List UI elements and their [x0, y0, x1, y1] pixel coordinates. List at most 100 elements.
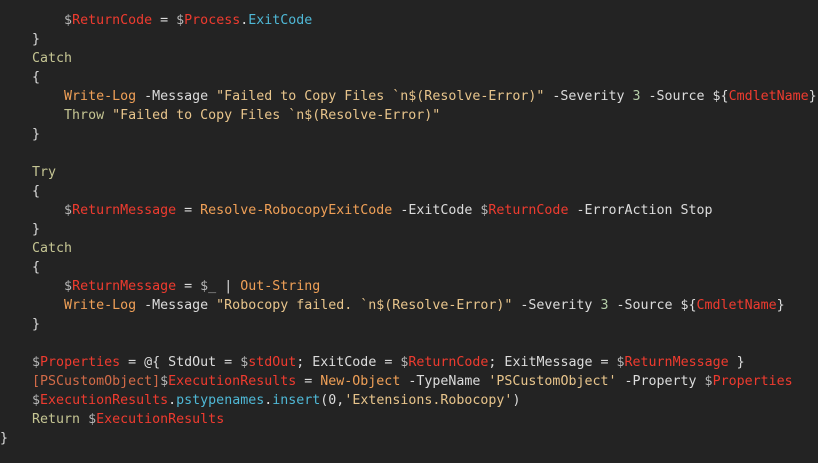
code-line[interactable]: [0, 144, 818, 163]
code-token-param: -Message: [136, 89, 217, 104]
code-token-sigil: $_: [200, 279, 217, 294]
code-line[interactable]: }: [0, 429, 818, 448]
code-line[interactable]: }: [0, 30, 818, 49]
code-line[interactable]: {: [0, 182, 818, 201]
code-line[interactable]: $ReturnMessage = $_ | Out-String: [0, 277, 818, 296]
code-token-sigil: $: [32, 393, 41, 408]
code-token-sigil: $: [160, 374, 169, 389]
code-token-op: =: [176, 203, 201, 218]
code-line[interactable]: Catch: [0, 239, 818, 258]
code-line[interactable]: Write-Log -Message "Robocopy failed. `n$…: [0, 296, 818, 315]
code-token-op: = @{ StdOut =: [120, 355, 241, 370]
code-line[interactable]: $ReturnMessage = Resolve-RobocopyExitCod…: [0, 201, 818, 220]
code-token-member: insert: [272, 393, 321, 408]
code-token-param: -TypeName: [400, 374, 489, 389]
code-token-op: ; ExitCode =: [296, 355, 401, 370]
code-line[interactable]: }: [0, 125, 818, 144]
code-token-var: ExecutionResults: [96, 412, 225, 427]
code-editor[interactable]: $ReturnCode = $Process.ExitCode } Catch …: [0, 0, 818, 463]
code-line[interactable]: $ReturnCode = $Process.ExitCode: [0, 11, 818, 30]
code-token-default: [0, 13, 64, 28]
code-token-op: =: [152, 13, 177, 28]
code-token-var: ReturnMessage: [624, 355, 729, 370]
code-token-kw: Catch: [32, 51, 73, 66]
code-token-punct: }: [0, 431, 9, 446]
code-token-default: [0, 165, 32, 180]
code-token-sigil: $: [704, 374, 713, 389]
code-token-sigil: $: [64, 279, 73, 294]
code-token-punct: (0,: [320, 393, 345, 408]
code-token-param: -Source: [608, 298, 681, 313]
code-token-default: [80, 412, 88, 427]
code-token-cmd: Out-String: [240, 279, 321, 294]
code-line[interactable]: Try: [0, 163, 818, 182]
code-token-sigil: $: [64, 13, 73, 28]
code-token-kw: Return: [32, 412, 81, 427]
code-token-cmd: New-Object: [320, 374, 401, 389]
code-token-var: Properties: [712, 374, 793, 389]
code-token-member: ExitCode: [248, 13, 313, 28]
code-token-var: ReturnMessage: [72, 203, 177, 218]
code-token-kw: Throw: [64, 108, 105, 123]
code-token-cmd: Write-Log: [64, 89, 137, 104]
code-token-str: "Failed to Copy Files `n$(Resolve-Error)…: [112, 108, 441, 123]
code-token-default: [0, 51, 32, 66]
code-token-cmd: Write-Log: [64, 298, 137, 313]
code-token-default: [0, 241, 32, 256]
code-line[interactable]: Write-Log -Message "Failed to Copy Files…: [0, 87, 818, 106]
code-line[interactable]: [PSCustomObject]$ExecutionResults = New-…: [0, 372, 818, 391]
code-line[interactable]: }: [0, 315, 818, 334]
code-token-str: "Failed to Copy Files `n$(Resolve-Error)…: [216, 89, 545, 104]
code-token-op: ; ExitMessage =: [488, 355, 617, 370]
code-line[interactable]: Catch: [0, 49, 818, 68]
code-token-punct: {: [0, 70, 41, 85]
code-token-param: -ErrorAction Stop: [568, 203, 713, 218]
code-token-default: [0, 355, 32, 370]
code-token-default: [0, 393, 32, 408]
code-token-type: [PSCustomObject]: [32, 374, 161, 389]
code-token-punct: .: [168, 393, 177, 408]
code-token-default: [0, 89, 64, 104]
code-token-sigil: $: [176, 13, 185, 28]
code-token-str: 'PSCustomObject': [488, 374, 617, 389]
code-token-member: pstypenames: [176, 393, 265, 408]
code-token-sigil: $: [616, 355, 625, 370]
code-token-var: ExecutionResults: [40, 393, 169, 408]
code-token-default: [0, 412, 32, 427]
code-token-default: [0, 298, 64, 313]
code-line[interactable]: Return $ExecutionResults: [0, 410, 818, 429]
code-token-str: "Robocopy failed. `n$(Resolve-Error)": [216, 298, 513, 313]
code-token-default: [0, 279, 64, 294]
code-token-kw: Try: [32, 165, 57, 180]
code-token-param: -Severity: [544, 89, 633, 104]
code-token-var: ReturnMessage: [72, 279, 177, 294]
code-token-punct: }: [0, 127, 41, 142]
code-line[interactable]: [0, 334, 818, 353]
code-token-str: 'Extensions.Robocopy': [344, 393, 513, 408]
code-token-punct: }: [0, 317, 41, 332]
code-line[interactable]: {: [0, 258, 818, 277]
code-token-param: -Severity: [512, 298, 601, 313]
code-line[interactable]: }: [0, 220, 818, 239]
code-token-var: stdOut: [248, 355, 297, 370]
code-token-var: ExecutionResults: [168, 374, 297, 389]
code-token-sigil: $: [88, 412, 97, 427]
code-token-default: [0, 203, 64, 218]
code-token-punct: {: [0, 184, 41, 199]
code-token-param: -Message: [136, 298, 217, 313]
code-token-sigil: $: [64, 203, 73, 218]
code-token-var: Properties: [40, 355, 121, 370]
code-token-punct: }: [0, 222, 41, 237]
code-line[interactable]: $ExecutionResults.pstypenames.insert(0,'…: [0, 391, 818, 410]
code-token-kw: Catch: [32, 241, 73, 256]
code-token-param: -ExitCode: [392, 203, 481, 218]
code-token-var: Process: [184, 13, 241, 28]
code-token-op: =: [176, 279, 201, 294]
code-token-punct: ): [512, 393, 521, 408]
code-line[interactable]: Throw "Failed to Copy Files `n$(Resolve-…: [0, 106, 818, 125]
code-line[interactable]: $Properties = @{ StdOut = $stdOut; ExitC…: [0, 353, 818, 372]
code-line[interactable]: {: [0, 68, 818, 87]
code-token-op: =: [296, 374, 321, 389]
code-token-punct: }: [728, 355, 745, 370]
code-token-punct: }: [0, 32, 41, 47]
